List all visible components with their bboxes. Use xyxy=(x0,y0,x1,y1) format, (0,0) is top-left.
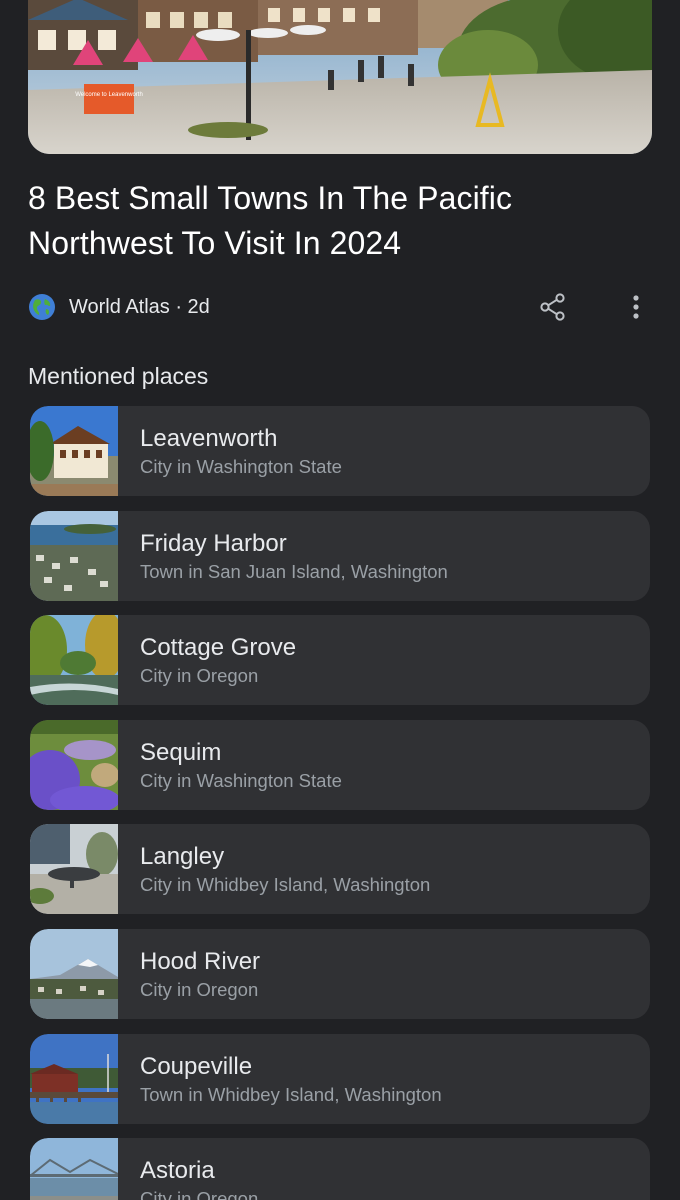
article-detail-page: Welcome to Leavenworth 8 Best Small Town… xyxy=(0,0,680,1200)
place-card-sequim[interactable]: Sequim City in Washington State xyxy=(30,719,650,810)
source-row: World Atlas · 2d xyxy=(28,292,652,322)
share-icon[interactable] xyxy=(538,292,568,322)
place-description: City in Oregon xyxy=(140,978,259,1000)
place-card-langley[interactable]: Langley City in Whidbey Island, Washingt… xyxy=(30,824,650,915)
place-card-astoria[interactable]: Astoria City in Oregon xyxy=(30,1138,650,1200)
hero-image[interactable]: Welcome to Leavenworth xyxy=(28,0,652,154)
globe-icon xyxy=(28,293,56,321)
more-vert-icon[interactable] xyxy=(622,292,650,322)
hero-sign-text: Welcome to Leavenworth xyxy=(75,92,143,98)
place-thumbnail xyxy=(30,719,118,810)
place-description: City in Oregon xyxy=(140,665,259,687)
place-name: Leavenworth xyxy=(140,425,278,452)
place-description: City in Washington State xyxy=(140,456,342,477)
place-thumbnail xyxy=(30,824,118,915)
place-card-hood-river[interactable]: Hood River City in Oregon xyxy=(30,928,650,1019)
place-thumbnail xyxy=(30,1138,118,1200)
place-name: Langley xyxy=(140,843,225,871)
place-card-friday-harbor[interactable]: Friday Harbor Town in San Juan Island, W… xyxy=(30,510,650,601)
place-name: Coupeville xyxy=(140,1052,253,1080)
source-and-date[interactable]: World Atlas · 2d xyxy=(69,295,210,319)
place-description: City in Washington State xyxy=(140,769,342,791)
section-title-mentioned-places: Mentioned places xyxy=(28,363,209,389)
place-thumbnail xyxy=(30,615,118,706)
place-card-coupeville[interactable]: Coupeville Town in Whidbey Island, Washi… xyxy=(30,1033,650,1124)
place-thumbnail xyxy=(30,510,118,601)
mentioned-places-list: Leavenworth City in Washington State Fri… xyxy=(30,406,650,1200)
place-name: Astoria xyxy=(140,1157,215,1185)
place-description: City in Whidbey Island, Washington xyxy=(140,874,431,896)
place-description: Town in San Juan Island, Washington xyxy=(140,560,448,582)
place-thumbnail xyxy=(30,1033,118,1124)
place-thumbnail xyxy=(30,406,118,496)
place-thumbnail xyxy=(30,928,118,1019)
article-title: 8 Best Small Towns In The Pacific Northw… xyxy=(28,180,513,261)
place-name: Sequim xyxy=(140,738,222,766)
place-name: Hood River xyxy=(140,947,261,975)
place-card-leavenworth[interactable]: Leavenworth City in Washington State xyxy=(30,406,650,496)
place-description: Town in Whidbey Island, Washington xyxy=(140,1083,442,1105)
hero-town-square-photo: Welcome to Leavenworth xyxy=(28,0,652,154)
place-description: City in Oregon xyxy=(140,1188,259,1200)
place-name: Cottage Grove xyxy=(140,634,297,662)
place-name: Friday Harbor xyxy=(140,529,287,557)
place-card-cottage-grove[interactable]: Cottage Grove City in Oregon xyxy=(30,615,650,706)
